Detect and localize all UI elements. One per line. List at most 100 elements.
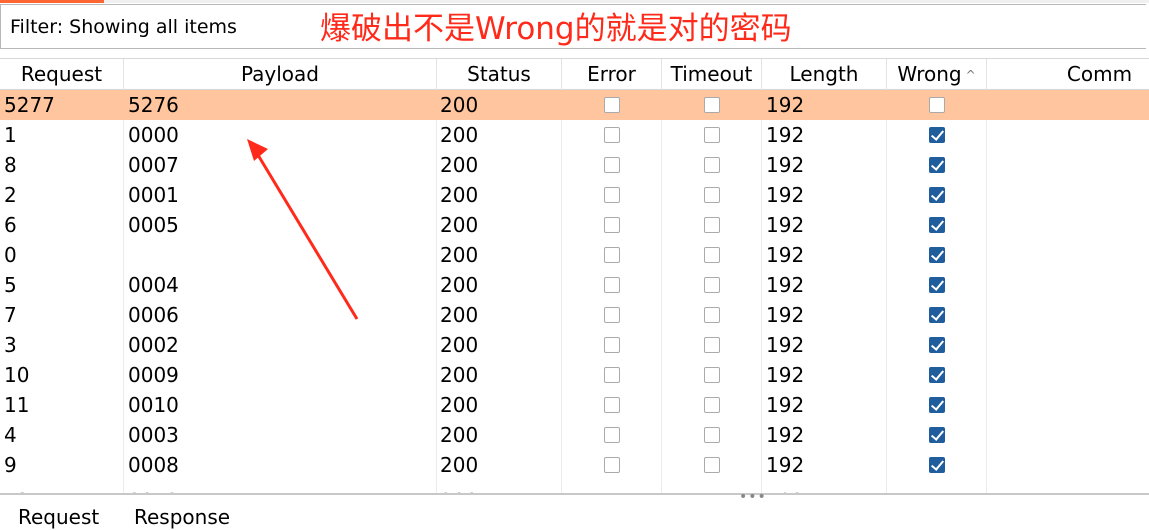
column-header-status[interactable]: Status xyxy=(437,59,562,90)
timeout-checkbox[interactable] xyxy=(704,97,720,113)
column-header-request[interactable]: Request xyxy=(0,59,124,90)
active-tab-accent xyxy=(0,0,104,3)
cell-length: 192 xyxy=(766,93,805,117)
cell-request: 9 xyxy=(4,453,17,477)
wrong-checkbox[interactable] xyxy=(929,457,945,473)
wrong-checkbox[interactable] xyxy=(929,97,945,113)
timeout-checkbox[interactable] xyxy=(704,217,720,233)
timeout-checkbox[interactable] xyxy=(704,427,720,443)
column-header-payload[interactable]: Payload xyxy=(124,59,437,90)
cell-request: 4 xyxy=(4,423,17,447)
horizontal-scrollbar[interactable] xyxy=(0,493,1149,495)
table-row[interactable]: 10 0009 200 192 xyxy=(0,360,1149,390)
wrong-checkbox[interactable] xyxy=(929,277,945,293)
cell-status: 200 xyxy=(440,93,479,117)
table-row[interactable]: 4 0003 200 192 xyxy=(0,420,1149,450)
table-row[interactable]: 7 0006 200 192 xyxy=(0,300,1149,330)
error-checkbox[interactable] xyxy=(604,397,620,413)
bottom-tab-bar: Request Response xyxy=(0,501,1149,530)
table-header: Request Payload Status Error Timeout Len… xyxy=(0,58,1149,90)
cell-status: 200 xyxy=(440,153,479,177)
error-checkbox[interactable] xyxy=(604,157,620,173)
cell-request: 1 xyxy=(4,123,17,147)
cell-request: 2 xyxy=(4,183,17,207)
table-row[interactable]: 3 0002 200 192 xyxy=(0,330,1149,360)
wrong-checkbox[interactable] xyxy=(929,337,945,353)
cell-payload: 0003 xyxy=(128,423,179,447)
table-row[interactable]: 5 0004 200 192 xyxy=(0,270,1149,300)
cell-length: 192 xyxy=(766,243,805,267)
timeout-checkbox[interactable] xyxy=(704,367,720,383)
timeout-checkbox[interactable] xyxy=(704,187,720,203)
wrong-checkbox[interactable] xyxy=(929,157,945,173)
cell-length: 192 xyxy=(766,153,805,177)
cell-length: 192 xyxy=(766,213,805,237)
cell-payload: 0002 xyxy=(128,333,179,357)
timeout-checkbox[interactable] xyxy=(704,397,720,413)
cell-status: 200 xyxy=(440,213,479,237)
column-header-length[interactable]: Length xyxy=(762,59,887,90)
cell-length: 192 xyxy=(766,333,805,357)
error-checkbox[interactable] xyxy=(604,187,620,203)
error-checkbox[interactable] xyxy=(604,97,620,113)
cell-payload: 0006 xyxy=(128,303,179,327)
timeout-checkbox[interactable] xyxy=(704,277,720,293)
timeout-checkbox[interactable] xyxy=(704,307,720,323)
cell-length: 192 xyxy=(766,453,805,477)
top-strip xyxy=(0,0,1149,3)
error-checkbox[interactable] xyxy=(604,457,620,473)
column-header-comment[interactable]: Comm xyxy=(987,59,1149,90)
column-header-error[interactable]: Error xyxy=(562,59,662,90)
error-checkbox[interactable] xyxy=(604,307,620,323)
timeout-checkbox[interactable] xyxy=(704,127,720,143)
cell-length: 192 xyxy=(766,273,805,297)
error-checkbox[interactable] xyxy=(604,247,620,263)
wrong-checkbox[interactable] xyxy=(929,217,945,233)
table-row[interactable]: 2 0001 200 192 xyxy=(0,180,1149,210)
table-row[interactable]: 6 0005 200 192 xyxy=(0,210,1149,240)
error-checkbox[interactable] xyxy=(604,277,620,293)
cell-status: 200 xyxy=(440,453,479,477)
error-checkbox[interactable] xyxy=(604,367,620,383)
cell-status: 200 xyxy=(440,393,479,417)
wrong-checkbox[interactable] xyxy=(929,307,945,323)
cell-request: 0 xyxy=(4,243,17,267)
cell-request: 5 xyxy=(4,273,17,297)
wrong-checkbox[interactable] xyxy=(929,427,945,443)
cell-request: 7 xyxy=(4,303,17,327)
cell-payload: 0008 xyxy=(128,453,179,477)
table-row[interactable]: 5277 5276 200 192 xyxy=(0,90,1149,120)
filter-label[interactable]: Filter: Showing all items xyxy=(10,16,237,38)
column-header-wrong[interactable]: Wrong ^ xyxy=(887,59,987,90)
cell-payload: 0004 xyxy=(128,273,179,297)
error-checkbox[interactable] xyxy=(604,337,620,353)
error-checkbox[interactable] xyxy=(604,217,620,233)
table-row[interactable]: 0 200 192 xyxy=(0,240,1149,270)
table-row[interactable]: 1 0000 200 192 xyxy=(0,120,1149,150)
error-checkbox[interactable] xyxy=(604,427,620,443)
timeout-checkbox[interactable] xyxy=(704,457,720,473)
table-row[interactable]: 9 0008 200 192 xyxy=(0,450,1149,480)
wrong-checkbox[interactable] xyxy=(929,367,945,383)
cell-request: 3 xyxy=(4,333,17,357)
cell-request: 11 xyxy=(4,393,30,417)
wrong-checkbox[interactable] xyxy=(929,127,945,143)
table-row[interactable]: 8 0007 200 192 xyxy=(0,150,1149,180)
cell-status: 200 xyxy=(440,183,479,207)
cell-length: 192 xyxy=(766,303,805,327)
tab-response[interactable]: Response xyxy=(134,505,230,529)
wrong-checkbox[interactable] xyxy=(929,187,945,203)
cell-length: 192 xyxy=(766,123,805,147)
wrong-checkbox[interactable] xyxy=(929,247,945,263)
column-header-timeout[interactable]: Timeout xyxy=(662,59,762,90)
cell-request: 10 xyxy=(4,363,30,387)
table-row[interactable]: 11 0010 200 192 xyxy=(0,390,1149,420)
timeout-checkbox[interactable] xyxy=(704,247,720,263)
cell-length: 192 xyxy=(766,393,805,417)
tab-request[interactable]: Request xyxy=(18,505,99,529)
error-checkbox[interactable] xyxy=(604,127,620,143)
cell-payload: 0000 xyxy=(128,123,179,147)
timeout-checkbox[interactable] xyxy=(704,337,720,353)
wrong-checkbox[interactable] xyxy=(929,397,945,413)
timeout-checkbox[interactable] xyxy=(704,157,720,173)
